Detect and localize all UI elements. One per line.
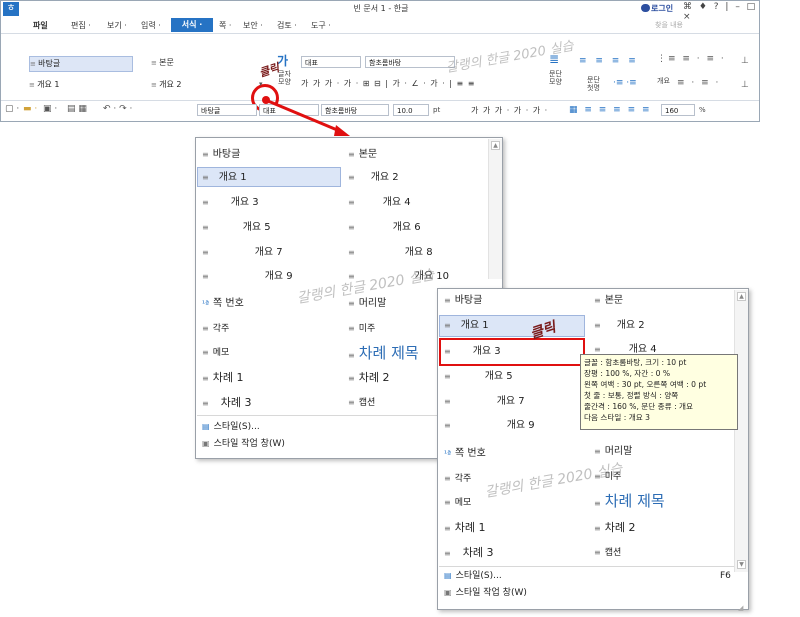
style-item-outline9[interactable]: ≡ 개요 9 <box>202 268 293 286</box>
style-item-footnote[interactable]: ≡ 각주 <box>202 320 229 338</box>
style-icon: ≡ <box>348 351 355 360</box>
style-item-caption[interactable]: ≡ 캡션 <box>594 544 621 562</box>
tooltip-line-width: 장평 : 100 %, 자간 : 0 % <box>584 369 671 378</box>
style-icon: ≡ <box>444 474 451 483</box>
style-icon: ≡ <box>594 296 601 305</box>
style-icon: ≡ <box>348 223 355 232</box>
style-icon: ≡ <box>594 548 601 557</box>
tooltip-line-next: 다음 스타일 : 개요 3 <box>584 413 650 422</box>
style-icon: ≡ <box>444 397 451 406</box>
style-icon: ≡ <box>202 150 209 159</box>
style-item-bonmun[interactable]: ≡ 본문 <box>594 292 623 310</box>
tooltip-line-font: 글꼴 : 함초롬바탕, 크기 : 10 pt <box>584 358 687 367</box>
tooltip-line-indent: 첫 줄 : 보통, 정렬 방식 : 양쪽 <box>584 391 679 400</box>
style-item-memo[interactable]: ≡ 메모 <box>444 494 471 512</box>
style-tooltip: 글꼴 : 함초롬바탕, 크기 : 10 pt 장평 : 100 %, 자간 : … <box>580 354 738 430</box>
style-icon: ≡ <box>348 248 355 257</box>
divider <box>197 415 437 416</box>
style-icon: ≡ <box>594 321 601 330</box>
style-icon: ≡ <box>202 399 209 408</box>
style-icon: ≡ <box>348 374 355 383</box>
style-item-toc3[interactable]: ≡ 차례 3 <box>202 394 251 412</box>
page-number-icon: ¹ª <box>444 449 451 458</box>
style-item-toc3[interactable]: ≡ 차례 3 <box>444 544 493 562</box>
style-item-outline8[interactable]: ≡ 개요 8 <box>348 244 433 262</box>
tooltip-line-margin: 왼쪽 여백 : 30 pt, 오른쪽 여백 : 0 pt <box>584 380 707 389</box>
styles-dialog-button[interactable]: ▤ 스타일(S)... <box>202 418 260 436</box>
style-item-page-number[interactable]: ¹ª 쪽 번호 <box>444 445 486 463</box>
style-icon: ≡ <box>348 198 355 207</box>
style-icon: ≡ <box>444 421 451 430</box>
style-icon: ≡ <box>444 372 451 381</box>
style-icon: ≡ <box>348 299 355 308</box>
style-item-toc2[interactable]: ≡ 차례 2 <box>594 519 635 537</box>
style-icon: ≡ <box>202 198 209 207</box>
style-item-outline7[interactable]: ≡ 개요 7 <box>444 393 525 411</box>
page-number-icon: ¹ª <box>202 299 209 308</box>
style-icon: ≡ <box>594 499 601 508</box>
style-item-outline1[interactable]: ≡ 개요 1 <box>202 169 247 187</box>
style-icon: ≡ <box>444 296 451 305</box>
style-item-outline6[interactable]: ≡ 개요 6 <box>348 219 421 237</box>
style-icon: ≡ <box>348 398 355 407</box>
style-item-outline9[interactable]: ≡ 개요 9 <box>444 417 535 435</box>
style-item-batanggul[interactable]: ≡ 바탕글 <box>444 292 482 310</box>
style-item-outline2[interactable]: ≡ 개요 2 <box>348 169 399 187</box>
style-icon: ≡ <box>202 248 209 257</box>
style-item-batanggul[interactable]: ≡ 바탕글 <box>202 146 240 164</box>
styles-icon: ▤ <box>202 422 210 431</box>
style-icon: ≡ <box>594 524 601 533</box>
styles-pane-button[interactable]: ▣ 스타일 작업 창(W) <box>202 435 285 453</box>
style-icon: ≡ <box>202 272 209 281</box>
style-icon: ≡ <box>594 345 601 354</box>
style-icon: ≡ <box>202 348 209 357</box>
style-icon: ≡ <box>202 173 209 182</box>
style-item-caption[interactable]: ≡ 캡션 <box>348 394 375 412</box>
style-icon: ≡ <box>444 524 451 533</box>
scroll-up-icon[interactable]: ▲ <box>737 292 746 301</box>
style-icon: ≡ <box>444 498 451 507</box>
styles-pane-icon: ▣ <box>202 439 210 448</box>
style-icon: ≡ <box>444 549 451 558</box>
scroll-up-icon[interactable]: ▲ <box>491 141 500 150</box>
style-icon: ≡ <box>444 321 451 330</box>
styles-icon: ▤ <box>444 571 452 580</box>
style-item-outline2[interactable]: ≡ 개요 2 <box>594 317 645 335</box>
style-item-toc1[interactable]: ≡ 차례 1 <box>202 369 243 387</box>
style-item-outline4[interactable]: ≡ 개요 4 <box>348 194 411 212</box>
style-item-endnote[interactable]: ≡ 미주 <box>348 320 375 338</box>
style-icon: ≡ <box>202 324 209 333</box>
style-item-toc1[interactable]: ≡ 차례 1 <box>444 519 485 537</box>
style-icon: ≡ <box>594 447 601 456</box>
style-item-outline7[interactable]: ≡ 개요 7 <box>202 244 283 262</box>
style-item-bonmun[interactable]: ≡ 본문 <box>348 146 377 164</box>
tooltip-line-spacing: 줄간격 : 160 %, 문단 종류 : 개요 <box>584 402 694 411</box>
style-icon: ≡ <box>202 374 209 383</box>
style-icon: ≡ <box>348 324 355 333</box>
style-icon: ≡ <box>348 150 355 159</box>
style-item-toc2[interactable]: ≡ 차례 2 <box>348 369 389 387</box>
style-item-outline1[interactable]: ≡ 개요 1 <box>444 317 489 335</box>
styles-dialog-button[interactable]: ▤ 스타일(S)... <box>444 567 502 585</box>
scrollbar-right[interactable]: ▲ ▼ <box>734 290 748 572</box>
scrollbar-left[interactable]: ▲ <box>488 139 502 279</box>
style-item-outline5[interactable]: ≡ 개요 5 <box>444 368 513 386</box>
scroll-down-icon[interactable]: ▼ <box>737 560 746 569</box>
style-item-toc-title[interactable]: ≡ 차례 제목 <box>348 342 419 364</box>
styles-shortcut: F6 <box>720 571 731 581</box>
style-item-footnote[interactable]: ≡ 각주 <box>444 470 471 488</box>
highlight-box <box>439 338 585 366</box>
styles-pane-button[interactable]: ▣ 스타일 작업 창(W) <box>444 584 527 602</box>
style-item-memo[interactable]: ≡ 메모 <box>202 344 229 362</box>
style-item-outline5[interactable]: ≡ 개요 5 <box>202 219 271 237</box>
style-icon: ≡ <box>202 223 209 232</box>
resize-grip-icon[interactable]: ◢ <box>738 604 743 612</box>
styles-pane-icon: ▣ <box>444 588 452 597</box>
style-item-toc-title[interactable]: ≡ 차례 제목 <box>594 490 665 512</box>
style-item-page-number[interactable]: ¹ª 쪽 번호 <box>202 295 244 313</box>
style-icon: ≡ <box>348 173 355 182</box>
style-item-outline3[interactable]: ≡ 개요 3 <box>202 194 259 212</box>
